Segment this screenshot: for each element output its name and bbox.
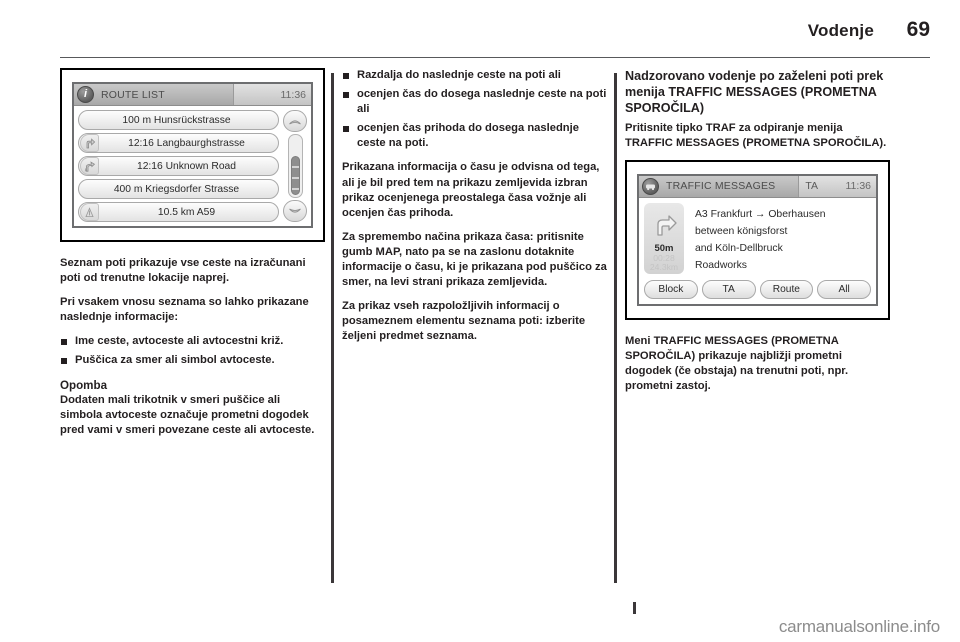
col2-bullet-item: ocenjen čas do dosega naslednje ceste na… <box>342 87 607 117</box>
footer-watermark: carmanualsonline.info <box>778 617 940 636</box>
route-list-scrollbar[interactable] <box>282 110 308 222</box>
col1-note-title: Opomba <box>60 378 108 392</box>
turn-indicator-panel: 50m 00:28 24.3km <box>644 202 684 274</box>
traffic-messages-titlebar: TRAFFIC MESSAGES TA 11:36 <box>639 175 876 198</box>
traffic-message-line: between königsforst <box>695 225 788 237</box>
turn-right-icon <box>80 134 99 152</box>
col1-bullet-list: Ime ceste, avtoceste ali avtocestni križ… <box>60 334 325 368</box>
info-icon: i <box>77 86 94 103</box>
column-1: i ROUTE LIST 11:36 100 m Hunsrückstrasse <box>60 68 325 588</box>
col1-paragraph-2: Pri vsakem vnosu seznama so lahko prikaz… <box>60 296 309 324</box>
content-columns: i ROUTE LIST 11:36 100 m Hunsrückstrasse <box>60 68 930 588</box>
route-list-item[interactable]: 400 m Kriegsdorfer Strasse <box>78 179 279 199</box>
scroll-track[interactable] <box>287 134 303 198</box>
route-list-item[interactable]: 100 m Hunsrückstrasse <box>78 110 279 130</box>
col3-heading: Nadzorovano vodenje po zaželeni poti pre… <box>625 69 884 116</box>
column-divider-2 <box>614 73 617 583</box>
route-list-body: 100 m Hunsrückstrasse 12:16 Langbaurghst… <box>74 106 311 226</box>
route-list-item-label: 10.5 km A59 <box>157 206 216 218</box>
page-header: Vodenje 69 <box>60 18 930 54</box>
col2-paragraph-1: Prikazana informacija o času je odvisna … <box>342 161 600 219</box>
route-list-device: i ROUTE LIST 11:36 100 m Hunsrückstrasse <box>72 82 313 228</box>
scroll-thumb[interactable] <box>290 155 300 195</box>
col3-paragraph-1: Pritisnite tipko TRAF za odpiranje menij… <box>625 121 887 149</box>
traffic-messages-body: 50m 00:28 24.3km A3 Frankfurt → Oberhaus… <box>639 197 876 278</box>
col1-bullet-item: Puščica za smer ali simbol avtoceste. <box>60 353 325 368</box>
scroll-down-icon[interactable] <box>283 200 307 222</box>
ta-indicator: TA <box>805 180 818 193</box>
traffic-icon <box>642 177 659 195</box>
traffic-messages-clock: 11:36 <box>845 180 872 193</box>
scroll-up-icon[interactable] <box>283 110 307 132</box>
col2-bullet-list: Razdalja do naslednje ceste na poti ali … <box>342 68 607 151</box>
turn-remaining-distance: 24.3km <box>649 262 679 273</box>
header-divider <box>60 57 930 59</box>
traffic-messages-buttons: Block TA Route All <box>639 277 876 304</box>
route-list-screenshot: i ROUTE LIST 11:36 100 m Hunsrückstrasse <box>60 68 325 242</box>
page-title: Vodenje <box>807 21 874 40</box>
col1-bullet-item: Ime ceste, avtoceste ali avtocestni križ… <box>60 334 325 349</box>
col3-paragraph-2: Meni TRAFFIC MESSAGES (PROMETNA SPOROČIL… <box>625 334 849 393</box>
column-divider-1 <box>331 73 334 583</box>
traffic-messages-title: TRAFFIC MESSAGES <box>666 180 776 193</box>
footer-tick-mark <box>633 602 636 614</box>
route-list-rows: 100 m Hunsrückstrasse 12:16 Langbaurghst… <box>78 110 279 222</box>
route-list-item[interactable]: 12:16 Langbaurghstrasse <box>78 133 279 153</box>
col2-bullet-item: ocenjen čas prihoda do dosega naslednje … <box>342 121 607 151</box>
traffic-message-line: Roadworks <box>695 259 747 271</box>
col2-bullet-item: Razdalja do naslednje ceste na poti ali <box>342 68 607 83</box>
col2-paragraph-2: Za spremembo načina prikaza časa: pritis… <box>342 230 607 289</box>
traffic-message-lines: A3 Frankfurt → Oberhausen between königs… <box>689 203 871 274</box>
page-number: 69 <box>906 18 930 41</box>
page-footer: carmanualsonline.info <box>0 602 960 642</box>
route-list-item-label: 12:16 Unknown Road <box>136 160 237 172</box>
col2-paragraph-3: Za prikaz vseh razpoložljivih informacij… <box>342 300 586 343</box>
block-button[interactable]: Block <box>644 279 698 299</box>
route-button[interactable]: Route <box>759 279 814 299</box>
ta-button[interactable]: TA <box>701 279 756 299</box>
traffic-message-line: and Köln-Dellbruck <box>695 242 783 254</box>
route-list-item-label: 400 m Kriegsdorfer Strasse <box>113 183 240 195</box>
all-button[interactable]: All <box>817 279 871 299</box>
column-3: Nadzorovano vodenje po zaželeni poti pre… <box>625 68 890 588</box>
route-list-item[interactable]: 12:16 Unknown Road <box>78 156 279 176</box>
motorway-icon <box>80 203 99 221</box>
route-list-item-label: 100 m Hunsrückstrasse <box>122 114 231 126</box>
traffic-messages-device: TRAFFIC MESSAGES TA 11:36 50m 00:28 24.3… <box>637 173 878 306</box>
route-list-title: ROUTE LIST <box>101 88 165 101</box>
route-list-titlebar: i ROUTE LIST 11:36 <box>74 84 311 106</box>
route-list-clock: 11:36 <box>280 88 307 101</box>
route-list-item-label: 12:16 Langbaurghstrasse <box>128 137 245 149</box>
turn-right-arrow-icon <box>650 213 678 242</box>
column-2: Razdalja do naslednje ceste na poti ali … <box>342 68 607 588</box>
col1-note-body: Dodaten mali trikotnik v smeri puščice a… <box>60 393 315 436</box>
route-list-item[interactable]: 10.5 km A59 <box>78 202 279 222</box>
traffic-message-line: A3 Frankfurt → Oberhausen <box>695 208 826 220</box>
manual-page: Vodenje 69 i ROUTE LIST 11:36 100 m Huns… <box>0 0 960 642</box>
merge-road-icon <box>80 157 99 175</box>
col1-paragraph-1: Seznam poti prikazuje vse ceste na izrač… <box>60 257 306 285</box>
traffic-messages-screenshot: TRAFFIC MESSAGES TA 11:36 50m 00:28 24.3… <box>625 159 890 320</box>
